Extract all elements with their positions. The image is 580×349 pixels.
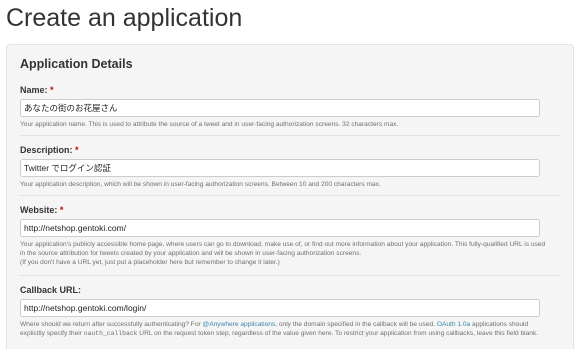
callback-help-text: Where should we return after successfull… — [20, 320, 550, 338]
website-help-text: Your application's publicly accessible h… — [20, 240, 550, 267]
divider — [20, 195, 561, 196]
name-field-group: Name: * あなたの街のお花屋さん Your application nam… — [20, 84, 561, 129]
name-input[interactable]: あなたの街のお花屋さん — [20, 99, 540, 117]
description-input[interactable]: Twitter でログイン認証 — [20, 159, 540, 177]
callback-field-group: Callback URL: http://netshop.gentoki.com… — [20, 284, 561, 338]
callback-help-part: Where should we return after successfull… — [20, 321, 203, 328]
divider — [20, 135, 561, 136]
website-label: Website: * — [20, 204, 561, 216]
website-label-text: Website: — [20, 205, 58, 215]
name-help-text: Your application name. This is used to a… — [20, 121, 399, 128]
page-title: Create an application — [6, 4, 243, 32]
name-label-text: Name: — [20, 85, 48, 95]
oauth-link[interactable]: OAuth 1.0a — [437, 321, 470, 328]
callback-label: Callback URL: — [20, 285, 82, 295]
callback-help-part: URL on the request token step, regardles… — [137, 330, 539, 337]
oauth-callback-code: oauth_callback — [83, 330, 138, 337]
divider — [20, 275, 561, 276]
application-details-panel: Application Details Name: * あなたの街のお花屋さん … — [6, 44, 574, 349]
website-help-main: Your application's publicly accessible h… — [20, 241, 546, 257]
callback-url-input[interactable]: http://netshop.gentoki.com/login/ — [20, 299, 540, 317]
description-label: Description: * — [20, 144, 561, 156]
callback-help-part: , only the domain specified in the callb… — [275, 321, 437, 328]
required-mark: * — [50, 85, 54, 95]
website-input[interactable]: http://netshop.gentoki.com/ — [20, 219, 540, 237]
section-title: Application Details — [20, 57, 133, 71]
required-mark: * — [59, 205, 64, 215]
description-field-group: Description: * Twitter でログイン認証 Your appl… — [20, 144, 561, 189]
website-help-note: (If you don't have a URL yet, just put a… — [20, 259, 280, 266]
description-help-text: Your application description, which will… — [20, 181, 381, 188]
anywhere-applications-link[interactable]: @Anywhere applications — [203, 321, 276, 328]
name-label: Name: * — [20, 84, 561, 96]
required-mark: * — [75, 145, 79, 155]
website-field-group: Website: * http://netshop.gentoki.com/ Y… — [20, 204, 561, 267]
description-label-text: Description: — [20, 145, 73, 155]
